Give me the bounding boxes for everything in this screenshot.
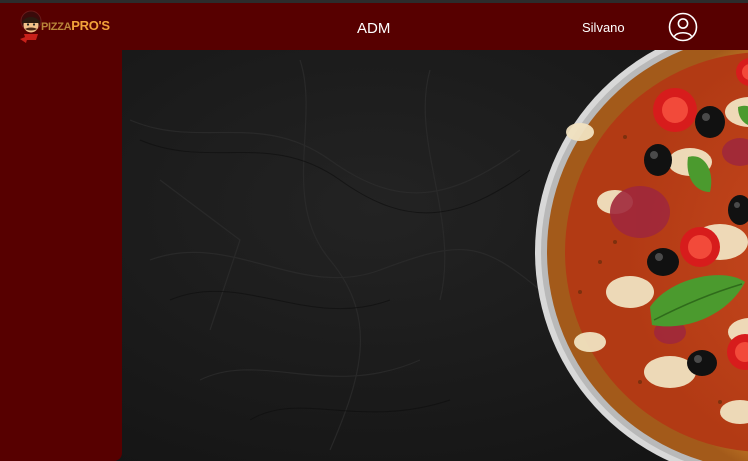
- header-bar: PIZZAPRO'S ADM Silvano: [0, 0, 748, 50]
- brand-name: PIZZAPRO'S: [41, 18, 110, 33]
- brand-logo[interactable]: PIZZAPRO'S: [12, 9, 117, 47]
- brand-name-part1: PIZZA: [41, 21, 72, 33]
- pizza-image: [535, 42, 748, 461]
- page-title: ADM: [357, 20, 391, 37]
- user-circle-icon: [668, 12, 698, 42]
- app-window: PIZZAPRO'S ADM Silvano: [0, 0, 748, 461]
- user-name: Silvano: [582, 20, 625, 35]
- sidebar: [0, 46, 122, 461]
- brand-name-part2: PRO'S: [71, 18, 110, 33]
- profile-button[interactable]: [668, 12, 698, 42]
